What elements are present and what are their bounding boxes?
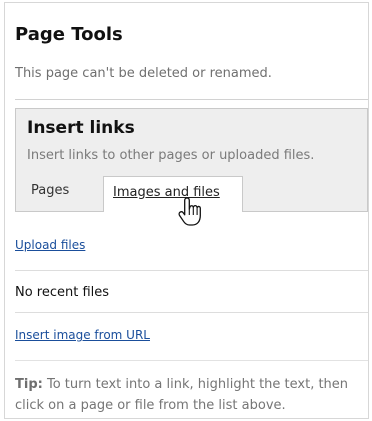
- tip-text: Tip: To turn text into a link, highlight…: [15, 374, 368, 416]
- insert-links-title: Insert links: [27, 118, 135, 138]
- divider-upload: [15, 270, 368, 271]
- insert-links-description: Insert links to other pages or uploaded …: [27, 148, 315, 163]
- page-tools-panel: Page Tools This page can't be deleted or…: [4, 2, 369, 419]
- tab-images-and-files[interactable]: Images and files: [103, 176, 243, 212]
- upload-files-link[interactable]: Upload files: [15, 238, 85, 252]
- divider-recent-files: [15, 312, 368, 313]
- tab-pages[interactable]: Pages: [31, 183, 69, 198]
- tip-body: To turn text into a link, highlight the …: [15, 377, 349, 413]
- tip-label: Tip:: [15, 377, 43, 392]
- section-divider: [15, 99, 368, 100]
- page-tools-subtitle: This page can't be deleted or renamed.: [15, 66, 272, 81]
- insert-image-from-url-link[interactable]: Insert image from URL: [15, 328, 150, 342]
- hand-pointer-icon: [178, 197, 201, 226]
- page-tools-title: Page Tools: [15, 24, 123, 45]
- divider-tip: [15, 360, 368, 361]
- recent-files-status: No recent files: [15, 285, 110, 300]
